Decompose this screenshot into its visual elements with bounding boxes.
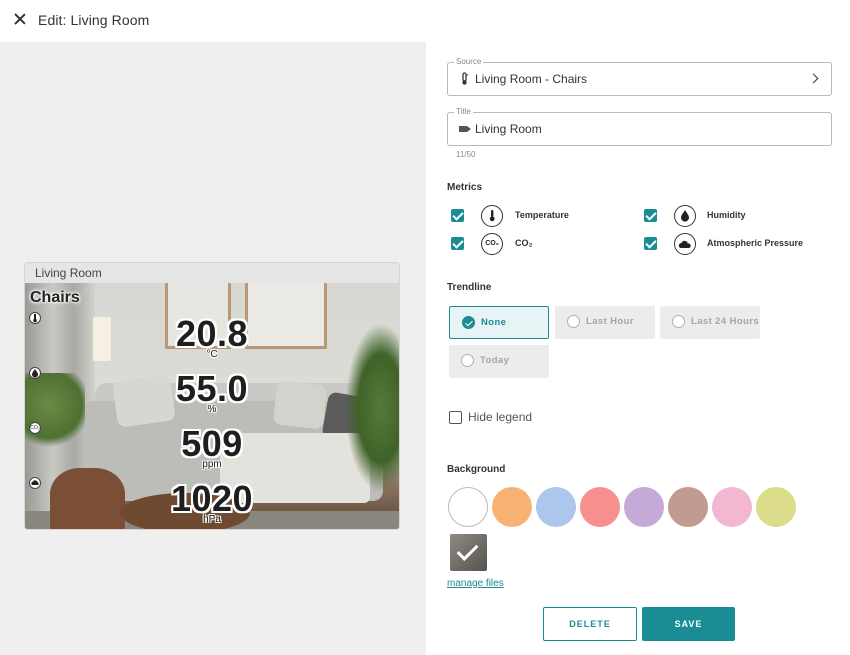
humidity-checkbox[interactable] [644,209,657,222]
trendline-option-label: Last 24 Hours [691,316,760,327]
co2-icon: CO₂ [481,233,503,255]
background-swatch[interactable] [536,487,576,527]
title-value[interactable]: Living Room [475,122,542,136]
title-char-counter: 11/50 [456,150,476,159]
co2-label: CO₂ [515,238,533,248]
tag-icon [458,122,472,136]
trendline-option-label: Today [480,355,510,366]
trendline-option-last-hour[interactable]: Last Hour [555,306,655,339]
source-selector[interactable]: Source Living Room - Chairs [447,57,832,96]
thermometer-icon [458,72,472,86]
humidity-label: Humidity [707,210,746,220]
trendline-option-label: Last Hour [586,316,634,327]
widget-title: Living Room [25,263,399,283]
close-icon[interactable] [12,11,28,27]
trendline-option-today[interactable]: Today [449,345,549,378]
widget-preview: Living Room Chairs CO₂ 20.8 °C 55.0 % 50… [25,263,399,529]
radio-icon [567,315,580,328]
co2-unit: ppm [202,459,222,470]
temperature-checkbox[interactable] [451,209,464,222]
background-swatch[interactable] [668,487,708,527]
trendline-label: Trendline [447,282,492,293]
background-swatch[interactable] [580,487,620,527]
preview-pane: Living Room Chairs CO₂ 20.8 °C 55.0 % 50… [0,42,426,655]
dialog-title: Edit: Living Room [38,12,150,28]
background-swatch[interactable] [448,487,488,527]
title-field[interactable]: Title Living Room [447,107,832,146]
widget-heading: Chairs [30,289,80,306]
pressure-label: Atmospheric Pressure [707,238,804,248]
hide-legend-label[interactable]: Hide legend [468,410,532,424]
pressure-unit: hPa [203,514,221,525]
background-swatch[interactable] [624,487,664,527]
delete-button[interactable]: DELETE [543,607,637,641]
droplet-icon [674,205,696,227]
background-swatch[interactable] [492,487,532,527]
background-photo: Chairs CO₂ 20.8 °C 55.0 % 509 ppm 1020 h… [25,283,399,529]
temperature-unit: °C [206,349,218,360]
title-legend: Title [454,107,473,116]
dialog-header: Edit: Living Room [0,0,850,42]
temperature-label: Temperature [515,210,569,220]
hide-legend-checkbox[interactable] [449,411,462,424]
pressure-cloud-icon [674,233,696,255]
trendline-option-none[interactable]: None [449,306,549,339]
humidity-unit: % [207,404,217,415]
metrics-label: Metrics [447,182,483,193]
source-legend: Source [454,57,484,66]
background-swatch[interactable] [756,487,796,527]
pressure-checkbox[interactable] [644,237,657,250]
radio-icon [461,354,474,367]
source-value: Living Room - Chairs [475,72,588,86]
radio-icon [672,315,685,328]
manage-files-link[interactable]: manage files [447,578,504,589]
thermometer-icon [481,205,503,227]
background-label: Background [447,464,506,475]
radio-checked-icon [462,316,475,329]
background-swatch[interactable] [712,487,752,527]
background-image-thumbnail[interactable] [450,534,487,571]
save-button[interactable]: SAVE [642,607,735,641]
trendline-option-last-24-hours[interactable]: Last 24 Hours [660,306,760,339]
co2-checkbox[interactable] [451,237,464,250]
chevron-right-icon [808,73,819,84]
trendline-option-label: None [481,317,507,328]
checkmark-icon [456,539,479,561]
